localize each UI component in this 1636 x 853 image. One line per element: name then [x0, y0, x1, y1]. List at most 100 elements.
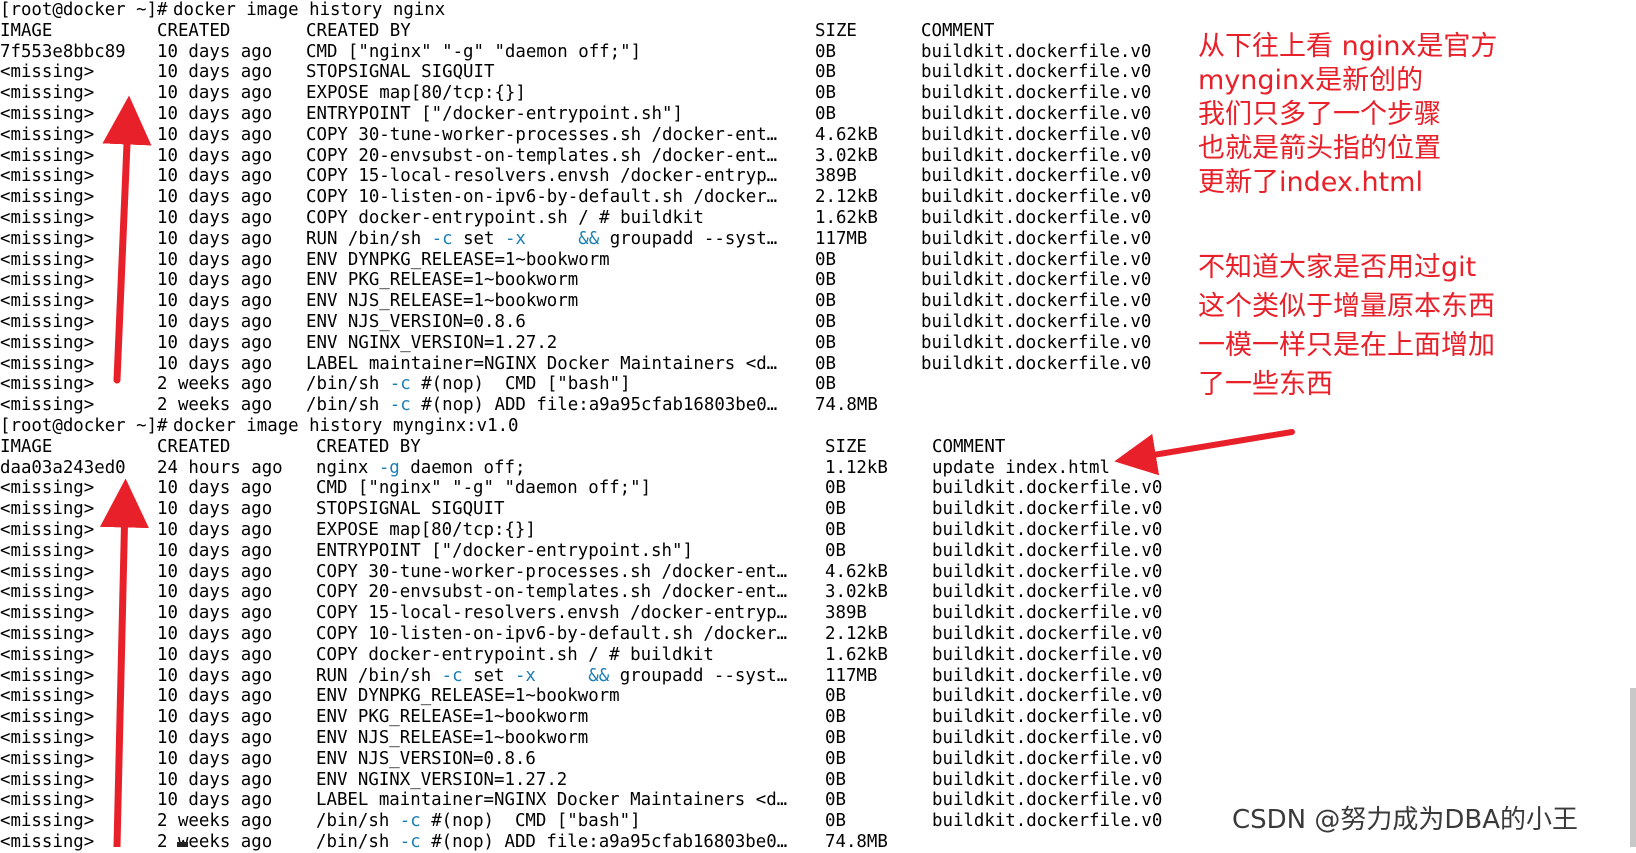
cell-comment: buildkit.dockerfile.v0 [921, 145, 1152, 166]
cell-created-by: COPY 10-listen-on-ipv6-by-default.sh /do… [316, 624, 788, 644]
cell-created: 2 weeks ago [157, 832, 273, 852]
scrollbar-thumb[interactable] [1630, 688, 1636, 847]
cell-created: 2 weeks ago [157, 811, 273, 832]
cell-created: 10 days ago [157, 270, 273, 291]
cell-image: <missing> [0, 644, 95, 665]
cell-image: <missing> [0, 332, 95, 353]
cell-comment: buildkit.dockerfile.v0 [932, 769, 1163, 790]
cell-comment: buildkit.dockerfile.v0 [921, 104, 1152, 124]
cell-image: <missing> [0, 728, 95, 748]
cell-size: 1.62kB [825, 644, 888, 665]
cell-size: 4.62kB [815, 124, 878, 145]
cell-image: <missing> [0, 624, 95, 644]
cell-created: 10 days ago [157, 145, 273, 166]
cell-image: <missing> [0, 145, 95, 166]
cell-size: 0B [815, 332, 836, 353]
cell-image: <missing> [0, 395, 95, 416]
header-size: SIZE [825, 436, 867, 457]
cell-created-by: COPY docker-entrypoint.sh / # buildkit [306, 208, 704, 228]
cell-created-by: ENTRYPOINT ["/docker-entrypoint.sh"] [306, 104, 683, 124]
cell-comment: buildkit.dockerfile.v0 [932, 540, 1163, 561]
cell-created: 10 days ago [157, 728, 273, 748]
cell-created-by: COPY 30-tune-worker-processes.sh /docker… [306, 124, 778, 145]
cell-image: <missing> [0, 582, 95, 603]
cell-comment: buildkit.dockerfile.v0 [932, 665, 1163, 686]
cell-comment: buildkit.dockerfile.v0 [932, 624, 1163, 644]
cell-size: 0B [815, 353, 836, 374]
cell-created: 10 days ago [157, 790, 273, 811]
command-text: docker image history nginx [173, 0, 446, 20]
cell-comment: buildkit.dockerfile.v0 [932, 499, 1163, 520]
cell-created: 2 weeks ago [157, 395, 273, 416]
cell-created-by: /bin/sh -c #(nop) CMD ["bash"] [316, 811, 641, 832]
note-line: 这个类似于增量原本东西 [1198, 291, 1495, 322]
cell-comment: buildkit.dockerfile.v0 [921, 312, 1152, 332]
cell-created-by: LABEL maintainer=NGINX Docker Maintainer… [306, 353, 778, 374]
cell-created-by: ENV NJS_VERSION=0.8.6 [306, 312, 526, 332]
header-created: CREATED [157, 436, 231, 457]
cell-image: <missing> [0, 540, 95, 561]
cell-created-by: STOPSIGNAL SIGQUIT [306, 62, 495, 83]
shell-prompt: [root@docker ~]# [0, 416, 168, 436]
cell-created-by: ENV PKG_RELEASE=1~bookworm [306, 270, 579, 291]
csdn-watermark: CSDN @努力成为DBA的小王 [1232, 805, 1579, 835]
cell-image: <missing> [0, 166, 95, 187]
cell-comment: buildkit.dockerfile.v0 [932, 748, 1163, 769]
cell-size: 117MB [825, 665, 878, 686]
cell-size: 0B [815, 291, 836, 312]
cell-size: 0B [815, 249, 836, 270]
cell-size: 3.02kB [825, 582, 888, 603]
cell-created-by: /bin/sh -c #(nop) CMD ["bash"] [306, 374, 631, 395]
cell-created: 10 days ago [157, 62, 273, 83]
header-size: SIZE [815, 20, 857, 41]
cell-comment: buildkit.dockerfile.v0 [921, 83, 1152, 104]
shell-prompt: [root@docker ~]# [0, 0, 168, 20]
cell-created-by: ENV DYNPKG_RELEASE=1~bookworm [316, 686, 620, 707]
cell-image: <missing> [0, 83, 95, 104]
cell-size: 0B [825, 769, 846, 790]
cell-comment: buildkit.dockerfile.v0 [921, 166, 1152, 187]
cell-image: <missing> [0, 187, 95, 208]
cell-created-by: STOPSIGNAL SIGQUIT [316, 499, 505, 520]
cell-image: <missing> [0, 748, 95, 769]
cell-comment: buildkit.dockerfile.v0 [921, 332, 1152, 353]
cell-created: 10 days ago [157, 312, 273, 332]
cell-comment: buildkit.dockerfile.v0 [932, 728, 1163, 748]
cell-comment: buildkit.dockerfile.v0 [921, 249, 1152, 270]
cell-created: 10 days ago [157, 83, 273, 104]
note-line: 也就是箭头指的位置 [1198, 133, 1441, 164]
cell-created-by: ENV NJS_VERSION=0.8.6 [316, 748, 536, 769]
cell-created: 10 days ago [157, 208, 273, 228]
cell-comment: buildkit.dockerfile.v0 [932, 478, 1163, 499]
cell-comment: buildkit.dockerfile.v0 [932, 520, 1163, 540]
cell-size: 0B [825, 707, 846, 728]
cell-created: 24 hours ago [157, 457, 283, 478]
cell-image: <missing> [0, 811, 95, 832]
cell-size: 2.12kB [815, 187, 878, 208]
cell-created-by: ENTRYPOINT ["/docker-entrypoint.sh"] [316, 540, 693, 561]
cell-image: 7f553e8bbc89 [0, 41, 126, 62]
cell-created-by: COPY 30-tune-worker-processes.sh /docker… [316, 561, 788, 582]
cell-created-by: COPY docker-entrypoint.sh / # buildkit [316, 644, 714, 665]
note-line: 更新了index.html [1198, 167, 1423, 198]
cell-created-by: COPY 15-local-resolvers.envsh /docker-en… [306, 166, 778, 187]
cell-size: 74.8MB [815, 395, 878, 416]
cell-size: 0B [815, 270, 836, 291]
note-line: 一模一样只是在上面增加 [1198, 330, 1495, 361]
cell-image: <missing> [0, 707, 95, 728]
cell-created-by: ENV PKG_RELEASE=1~bookworm [316, 707, 589, 728]
cell-image: <missing> [0, 312, 95, 332]
cell-image: <missing> [0, 686, 95, 707]
cell-size: 389B [825, 603, 867, 624]
cell-created: 10 days ago [157, 166, 273, 187]
cell-created: 10 days ago [157, 291, 273, 312]
header-image: IMAGE [0, 436, 53, 457]
cell-image: <missing> [0, 270, 95, 291]
cell-comment: buildkit.dockerfile.v0 [932, 707, 1163, 728]
cell-created-by: ENV NGINX_VERSION=1.27.2 [316, 769, 568, 790]
cell-comment: buildkit.dockerfile.v0 [932, 790, 1163, 811]
cell-size: 0B [815, 62, 836, 83]
header-created-by: CREATED BY [316, 436, 421, 457]
cell-created-by: COPY 10-listen-on-ipv6-by-default.sh /do… [306, 187, 778, 208]
cell-created: 10 days ago [157, 540, 273, 561]
